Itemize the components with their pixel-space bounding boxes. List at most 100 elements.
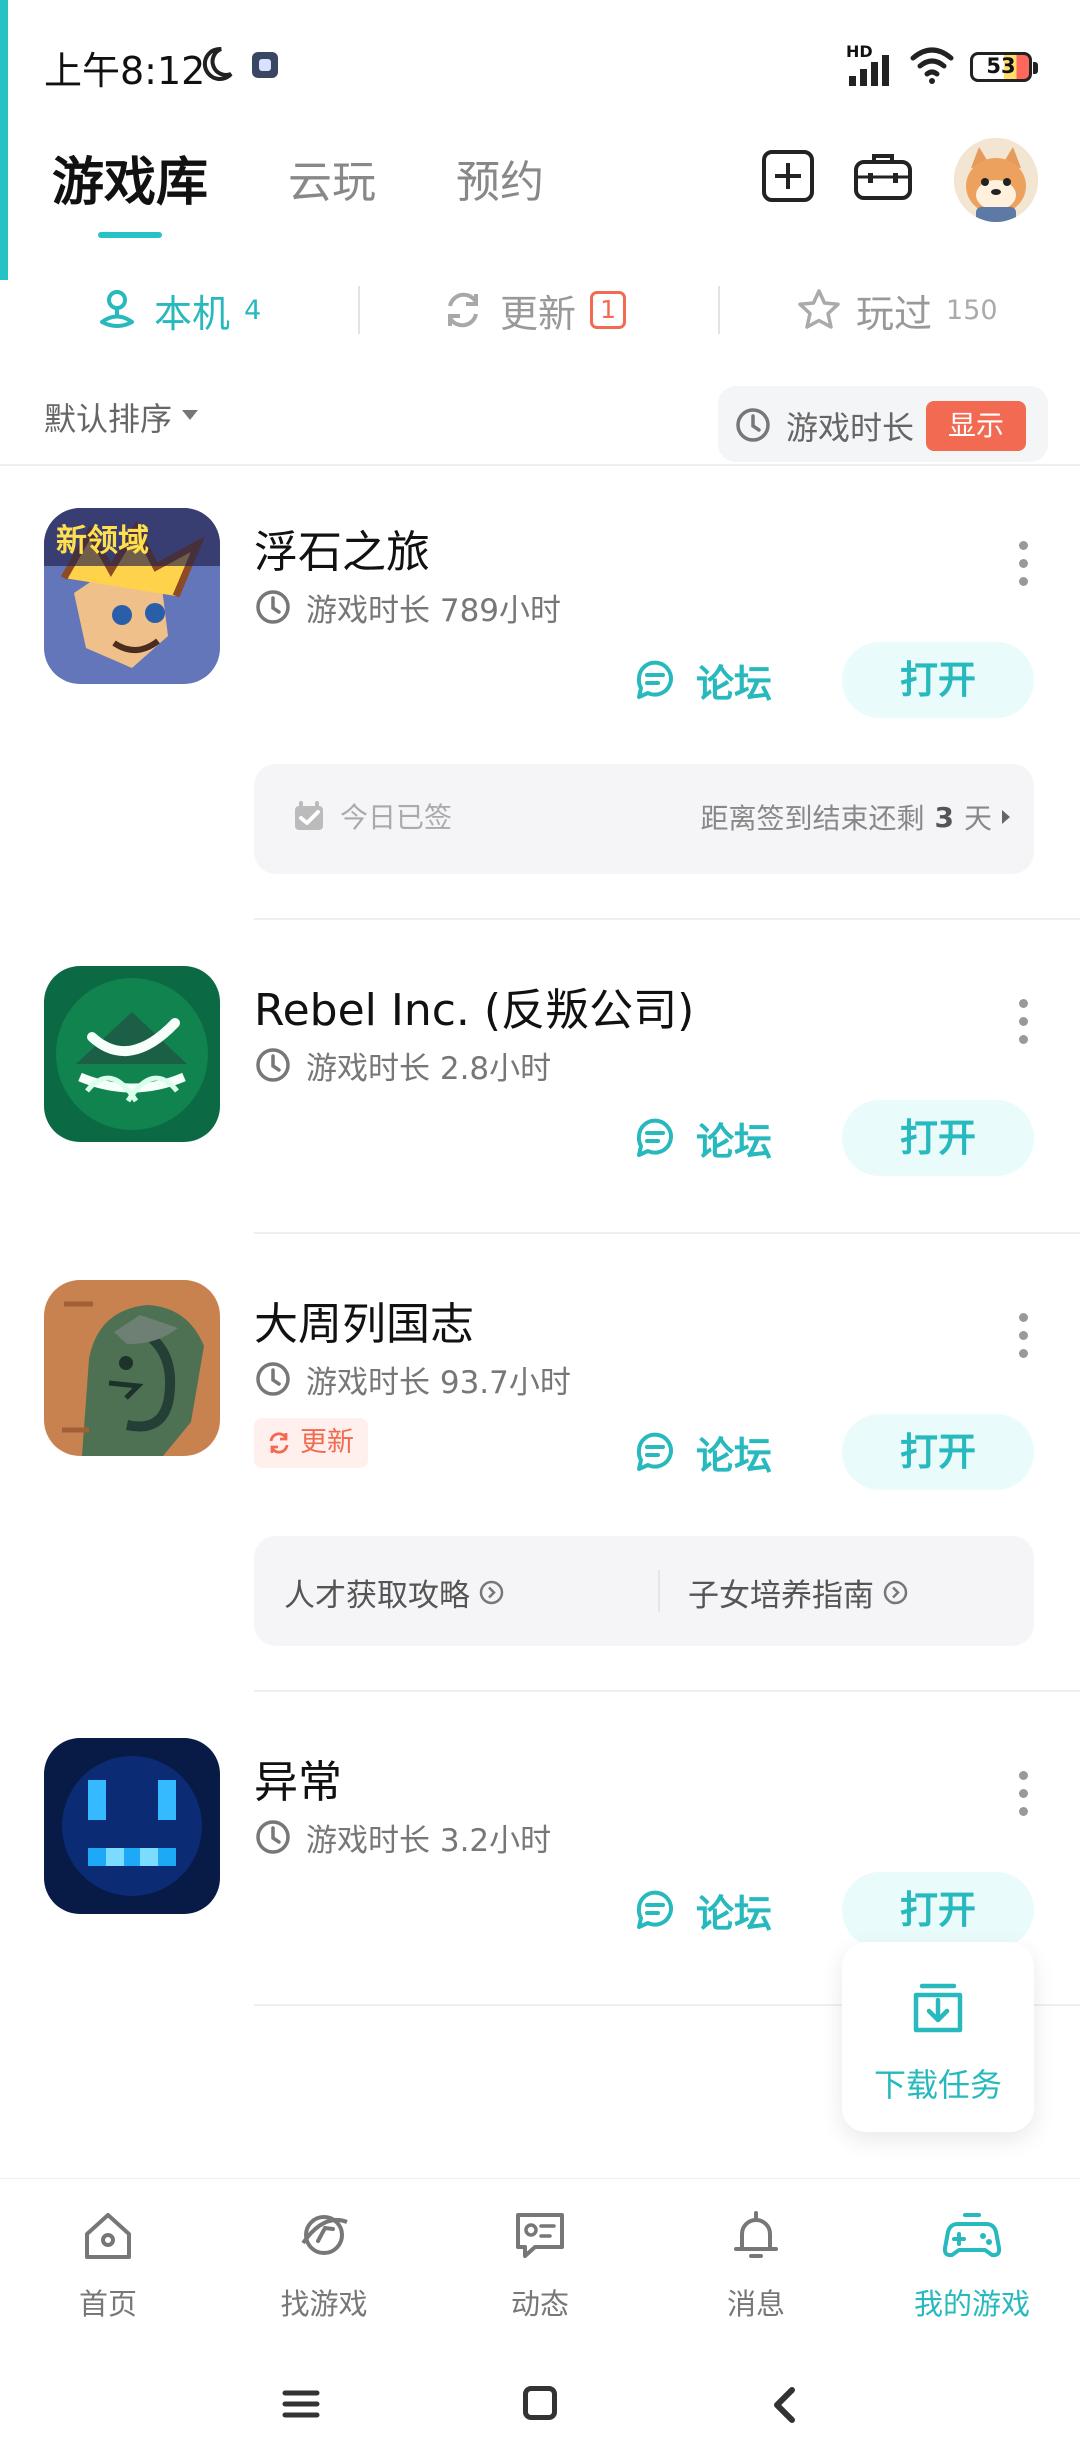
forum-button[interactable]: 论坛 bbox=[632, 1414, 772, 1490]
status-bar: 上午8:12 HD 53 bbox=[0, 0, 1080, 130]
open-game-button[interactable]: 打开 bbox=[842, 1414, 1034, 1490]
forum-button[interactable]: 论坛 bbox=[632, 1100, 772, 1176]
download-task-button[interactable]: 下载任务 bbox=[842, 1942, 1034, 2132]
guide-talent-acquisition[interactable]: 人才获取攻略 bbox=[284, 1570, 505, 1615]
checkin-panel[interactable]: 今日已签 距离签到结束还剩 3 天 bbox=[254, 764, 1034, 874]
playtime-text: 游戏时长 2.8小时 bbox=[306, 1050, 552, 1087]
checkin-status-label: 今日已签 bbox=[340, 801, 453, 834]
playtime-text: 游戏时长 93.7小时 bbox=[306, 1364, 571, 1401]
anomaly-game-art-icon bbox=[44, 1738, 220, 1914]
open-game-button[interactable]: 打开 bbox=[842, 1872, 1034, 1948]
star-icon bbox=[798, 289, 840, 329]
guide-children-label: 子女培养指南 bbox=[688, 1578, 874, 1614]
active-tab-indicator bbox=[98, 232, 162, 238]
forum-icon bbox=[636, 1432, 673, 1471]
more-options-button[interactable] bbox=[1014, 980, 1034, 1056]
playtime-toggle-label: 游戏时长 bbox=[786, 409, 915, 447]
download-icon bbox=[913, 1983, 963, 2033]
game-list-item: 大周列国志 游戏时长 93.7小时 更新 论坛 打开 人才获取攻略 子女培养指南 bbox=[0, 1280, 1080, 1692]
battery-icon: 53 bbox=[970, 52, 1038, 82]
more-options-button[interactable] bbox=[1014, 1294, 1034, 1370]
clock-icon bbox=[736, 408, 770, 442]
game-title[interactable]: 异常 bbox=[254, 1746, 342, 1810]
refresh-icon bbox=[448, 292, 478, 328]
sort-dropdown[interactable]: 默认排序 bbox=[44, 394, 172, 440]
rebel-inc-game-art-icon bbox=[44, 966, 220, 1142]
game-icon-fushi[interactable]: 新领域 bbox=[44, 508, 220, 684]
forum-icon bbox=[636, 660, 673, 699]
tab-game-library[interactable]: 游戏库 bbox=[52, 140, 208, 215]
nav-messages-label: 消息 bbox=[726, 2287, 785, 2321]
sort-caret-icon bbox=[182, 410, 198, 420]
game-icon-rebel-inc[interactable] bbox=[44, 966, 220, 1142]
nav-my-games-label: 我的游戏 bbox=[913, 2287, 1030, 2321]
nav-messages[interactable]: 消息 bbox=[648, 2197, 864, 2321]
filter-tab-played[interactable]: 玩过 150 bbox=[796, 270, 998, 350]
open-game-button[interactable]: 打开 bbox=[842, 1100, 1034, 1176]
item-divider bbox=[254, 1690, 1080, 1692]
show-playtime-button[interactable]: 显示 bbox=[926, 401, 1026, 451]
game-list-item: Rebel Inc. (反叛公司) 游戏时长 2.8小时 论坛 打开 bbox=[0, 966, 1080, 1234]
playtime-text: 游戏时长 789小时 bbox=[306, 592, 562, 629]
game-title[interactable]: Rebel Inc. (反叛公司) bbox=[254, 974, 694, 1038]
forum-button[interactable]: 论坛 bbox=[632, 1872, 772, 1948]
circle-arrow-icon bbox=[883, 1580, 908, 1605]
forum-button[interactable]: 论坛 bbox=[632, 642, 772, 718]
checkin-remaining-unit: 天 bbox=[963, 802, 992, 835]
tab-cloud-play[interactable]: 云玩 bbox=[288, 146, 376, 210]
nav-my-games[interactable]: 我的游戏 bbox=[864, 2197, 1080, 2321]
circle-arrow-icon bbox=[479, 1580, 504, 1605]
filter-tab-local-count: 4 bbox=[244, 294, 262, 326]
filter-tab-updates[interactable]: 更新 1 bbox=[440, 270, 627, 350]
home-icon bbox=[85, 2213, 131, 2259]
filter-tab-local-label: 本机 bbox=[154, 291, 231, 336]
system-back-icon[interactable] bbox=[767, 2386, 801, 2424]
system-navigation-bar bbox=[0, 2328, 1080, 2460]
feed-icon bbox=[516, 2213, 564, 2258]
guide-talent-label: 人才获取攻略 bbox=[284, 1578, 470, 1614]
cellular-signal-icon bbox=[849, 55, 889, 86]
nav-feed[interactable]: 动态 bbox=[432, 2197, 648, 2321]
download-task-label: 下载任务 bbox=[873, 2066, 1002, 2104]
game-title[interactable]: 浮石之旅 bbox=[254, 516, 430, 580]
tab-reservation[interactable]: 预约 bbox=[456, 146, 544, 210]
clock-icon bbox=[256, 1820, 290, 1854]
game-guides-panel: 人才获取攻略 子女培养指南 bbox=[254, 1536, 1034, 1646]
game-icon-dazhou[interactable] bbox=[44, 1280, 220, 1456]
system-menu-icon[interactable] bbox=[282, 2389, 320, 2419]
filter-tabs: 本机 4 更新 1 玩过 150 bbox=[0, 270, 1080, 350]
game-list-item: 新领域 浮石之旅 游戏时长 789小时 论坛 打开 今日已签 距离签到结束还剩 … bbox=[0, 508, 1080, 920]
update-badge-label: 更新 bbox=[300, 1427, 354, 1458]
forum-label: 论坛 bbox=[696, 1119, 773, 1164]
item-divider bbox=[254, 918, 1080, 920]
checkin-remaining: 距离签到结束还剩 3 天 bbox=[700, 797, 1010, 837]
playtime-line: 游戏时长 2.8小时 bbox=[254, 1041, 551, 1089]
clock-icon bbox=[256, 1048, 290, 1082]
more-options-button[interactable] bbox=[1014, 522, 1034, 598]
game-title[interactable]: 大周列国志 bbox=[254, 1288, 474, 1352]
nav-home[interactable]: 首页 bbox=[0, 2197, 216, 2321]
nav-find-game[interactable]: 找游戏 bbox=[216, 2197, 432, 2321]
game-icon-anomaly[interactable] bbox=[44, 1738, 220, 1914]
checkin-remaining-prefix: 距离签到结束还剩 bbox=[700, 802, 925, 835]
guide-children-cultivation[interactable]: 子女培养指南 bbox=[688, 1570, 909, 1615]
nav-feed-label: 动态 bbox=[510, 2287, 569, 2321]
notification-app-icon bbox=[252, 52, 278, 78]
wifi-icon bbox=[910, 47, 954, 84]
add-game-button[interactable] bbox=[762, 150, 814, 202]
local-device-icon bbox=[100, 290, 134, 328]
toolbox-button[interactable] bbox=[852, 150, 914, 202]
open-game-button[interactable]: 打开 bbox=[842, 642, 1034, 718]
guide-divider bbox=[658, 1570, 660, 1612]
avatar-dog-icon bbox=[954, 138, 1038, 222]
user-avatar[interactable] bbox=[954, 138, 1038, 222]
forum-icon bbox=[636, 1118, 673, 1157]
sort-bar: 默认排序 游戏时长 显示 bbox=[0, 386, 1080, 466]
more-options-button[interactable] bbox=[1014, 1752, 1034, 1828]
filter-tab-local[interactable]: 本机 4 bbox=[94, 270, 261, 350]
playtime-display-toggle[interactable]: 游戏时长 显示 bbox=[718, 386, 1048, 462]
gamepad-icon bbox=[942, 2213, 1002, 2258]
system-home-icon[interactable] bbox=[523, 2386, 557, 2420]
playtime-line: 游戏时长 3.2小时 bbox=[254, 1813, 551, 1861]
playtime-line: 游戏时长 789小时 bbox=[254, 583, 561, 631]
